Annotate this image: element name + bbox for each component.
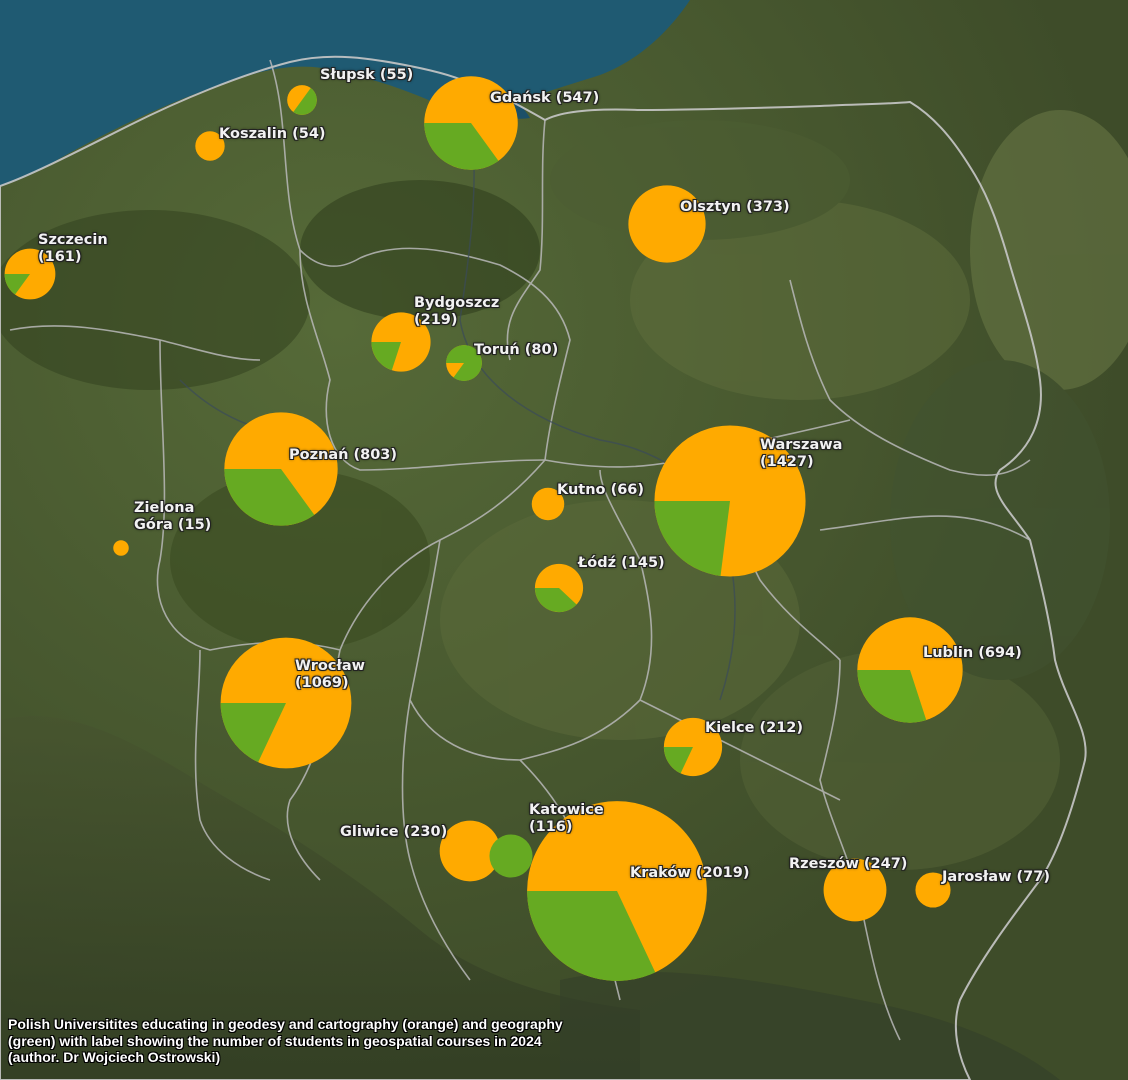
pie-olsztyn (628, 185, 706, 263)
pie-katowice (489, 834, 533, 878)
city-label-kielce: Kielce (212) (705, 720, 804, 736)
city-label-poznan: Poznań (803) (289, 447, 398, 463)
pie-slice-geodesy (628, 185, 706, 263)
city-label-jaroslaw: Jarosław (77) (942, 869, 1050, 885)
city-label-line: (219) (414, 312, 458, 328)
city-label-lublin: Lublin (694) (923, 645, 1022, 661)
map-canvas[interactable]: Słupsk (55) Gdańsk (547) Koszalin (54) Szcz… (0, 0, 1128, 1080)
city-label-line: (1069) (295, 675, 349, 691)
city-label-line: Wrocław (295, 658, 366, 674)
city-label-rzeszow: Rzeszów (247) (789, 856, 908, 872)
pie-poznan (224, 412, 338, 526)
city-label-lodz: Łódź (145) (578, 555, 665, 571)
map-base (0, 0, 1128, 1080)
city-label-line: Katowice (529, 802, 604, 818)
city-label-wroclaw: Wrocław (1069) (295, 658, 365, 692)
pie-lublin (857, 617, 963, 723)
city-label-gdansk: Gdańsk (547) (490, 90, 600, 106)
pie-slice-geography (489, 834, 533, 878)
city-label-krakow: Kraków (2019) (630, 865, 750, 881)
city-label-gliwice: Gliwice (230) (340, 824, 448, 840)
city-label-line: Góra (15) (134, 517, 212, 533)
city-label-zielona-gora: Zielona Góra (15) (134, 500, 211, 534)
city-label-szczecin: Szczecin (161) (38, 232, 108, 266)
city-label-olsztyn: Olsztyn (373) (680, 199, 790, 215)
city-label-line: (1427) (760, 454, 814, 470)
city-label-line: Zielona (134, 500, 195, 516)
city-label-line: Warszawa (760, 437, 843, 453)
city-label-katowice: Katowice (116) (529, 802, 604, 836)
city-label-kutno: Kutno (66) (557, 482, 644, 498)
pie-zielona-gora (113, 540, 129, 556)
pie-slice-geodesy (113, 540, 129, 556)
city-label-line: (161) (38, 249, 82, 265)
city-label-line: (116) (529, 819, 573, 835)
city-label-torun: Toruń (80) (474, 342, 559, 358)
city-label-line: Bydgoszcz (414, 295, 500, 311)
city-label-warszawa: Warszawa (1427) (760, 437, 842, 471)
pie-slupsk (287, 85, 317, 115)
city-label-line: Szczecin (38, 232, 108, 248)
city-label-bydgoszcz: Bydgoszcz (219) (414, 295, 499, 329)
city-label-koszalin: Koszalin (54) (219, 126, 326, 142)
city-label-slupsk: Słupsk (55) (320, 67, 414, 83)
map-caption: Polish Universitites educating in geodes… (8, 1016, 563, 1065)
pie-lodz (534, 563, 584, 613)
